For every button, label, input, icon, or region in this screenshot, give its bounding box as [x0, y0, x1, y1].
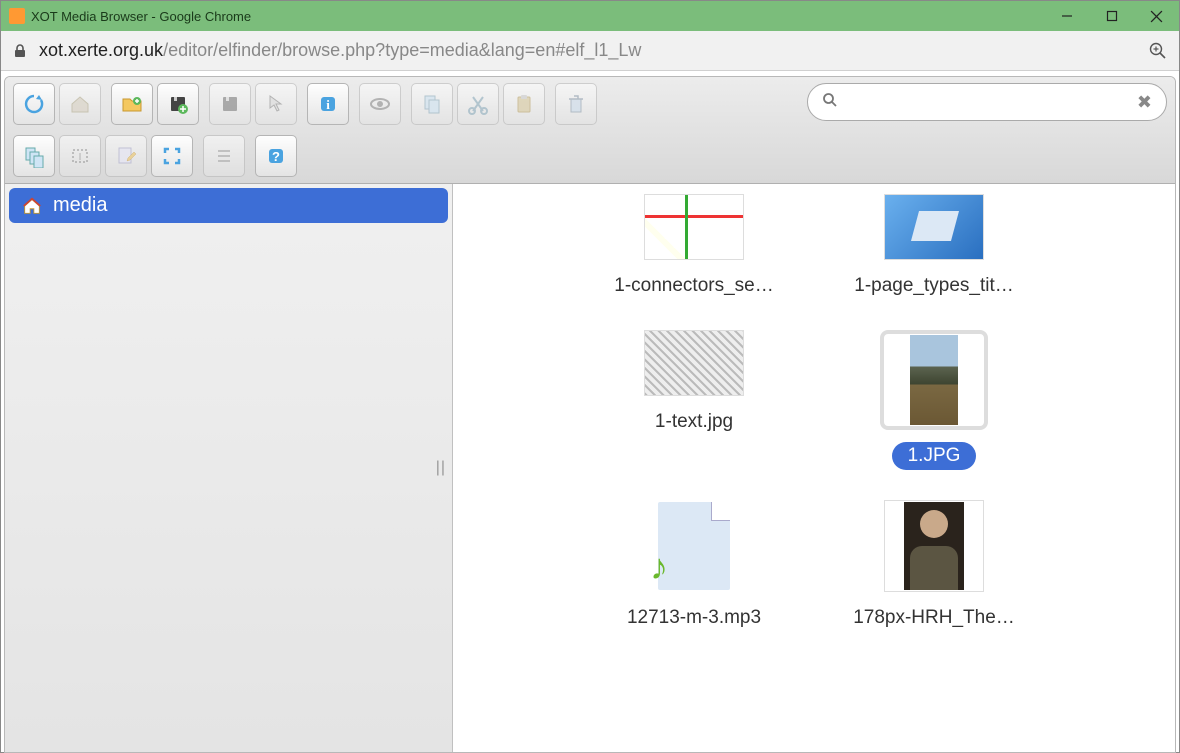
- window-title: XOT Media Browser - Google Chrome: [31, 9, 251, 24]
- folder-tree: media ||: [5, 184, 453, 752]
- search-box[interactable]: ✖: [807, 83, 1167, 121]
- file-item[interactable]: 1-text.jpg: [579, 330, 809, 470]
- window-controls: [1044, 1, 1179, 31]
- close-button[interactable]: [1134, 1, 1179, 31]
- file-item[interactable]: 1-connectors_se…: [579, 194, 809, 300]
- file-manager: i ✖ I ?: [4, 76, 1176, 753]
- main-panel: media || 1-connectors_se… 1-page_types_ti…: [5, 184, 1175, 752]
- preview-button[interactable]: [359, 83, 401, 125]
- tree-root-media[interactable]: media: [9, 188, 448, 223]
- file-item[interactable]: ♪12713-m-3.mp3: [579, 500, 809, 632]
- svg-text:I: I: [79, 152, 82, 163]
- copy-button[interactable]: [411, 83, 453, 125]
- duplicate-button[interactable]: [13, 135, 55, 177]
- zoom-icon[interactable]: [1147, 40, 1169, 62]
- tree-root-label: media: [53, 194, 107, 217]
- info-button[interactable]: i: [307, 83, 349, 125]
- reload-button[interactable]: [13, 83, 55, 125]
- cut-button[interactable]: [457, 83, 499, 125]
- fullscreen-button[interactable]: [151, 135, 193, 177]
- select-button[interactable]: [255, 83, 297, 125]
- window-titlebar: XOT Media Browser - Google Chrome: [1, 1, 1179, 31]
- clear-search-icon[interactable]: ✖: [1137, 92, 1152, 113]
- search-icon: [822, 92, 838, 113]
- delete-button[interactable]: [555, 83, 597, 125]
- home-button[interactable]: [59, 83, 101, 125]
- list-view-button[interactable]: [203, 135, 245, 177]
- file-name: 178px-HRH_The…: [837, 604, 1031, 632]
- file-name: 1-connectors_se…: [598, 272, 789, 300]
- search-input[interactable]: [846, 94, 1137, 110]
- lock-icon: [11, 42, 29, 60]
- upload-button[interactable]: [157, 83, 199, 125]
- edit-button[interactable]: [105, 135, 147, 177]
- file-item[interactable]: 1-page_types_tit…: [819, 194, 1049, 300]
- svg-text:?: ?: [272, 149, 280, 164]
- app-icon: [9, 8, 25, 24]
- toolbar: i ✖ I ?: [5, 77, 1175, 184]
- file-grid: 1-connectors_se… 1-page_types_tit… 1-text.…: [453, 184, 1175, 752]
- url-domain: xot.xerte.org.uk: [39, 40, 163, 60]
- url-path: /editor/elfinder/browse.php?type=media&l…: [163, 40, 641, 60]
- help-button[interactable]: ?: [255, 135, 297, 177]
- file-name: 1-text.jpg: [639, 408, 749, 436]
- paste-button[interactable]: [503, 83, 545, 125]
- address-bar: xot.xerte.org.uk/editor/elfinder/browse.…: [1, 31, 1179, 71]
- minimize-button[interactable]: [1044, 1, 1089, 31]
- open-folder-button[interactable]: [111, 83, 153, 125]
- maximize-button[interactable]: [1089, 1, 1134, 31]
- file-name: 1.JPG: [892, 442, 977, 470]
- download-button[interactable]: [209, 83, 251, 125]
- file-name: 12713-m-3.mp3: [611, 604, 777, 632]
- rename-button[interactable]: I: [59, 135, 101, 177]
- svg-text:i: i: [326, 97, 330, 112]
- url-text[interactable]: xot.xerte.org.uk/editor/elfinder/browse.…: [39, 40, 1147, 61]
- file-name: 1-page_types_tit…: [838, 272, 1030, 300]
- file-item[interactable]: 1.JPG: [819, 330, 1049, 470]
- file-item[interactable]: 178px-HRH_The…: [819, 500, 1049, 632]
- home-icon: [21, 195, 43, 217]
- sidebar-resize-handle[interactable]: ||: [436, 459, 446, 477]
